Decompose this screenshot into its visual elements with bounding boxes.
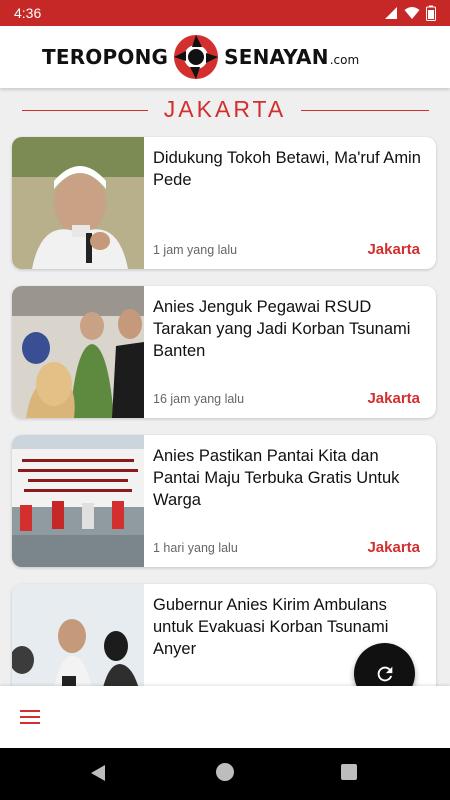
article-time: 1 jam yang lalu bbox=[153, 243, 238, 257]
app-logo[interactable]: TEROPONG SENAYAN .com bbox=[42, 34, 359, 80]
bottom-bar bbox=[0, 686, 450, 748]
system-nav-bar bbox=[0, 748, 450, 800]
logo-text-left: TEROPONG bbox=[42, 45, 169, 69]
back-icon[interactable] bbox=[90, 764, 106, 782]
article-title: Anies Jenguk Pegawai RSUD Tarakan yang J… bbox=[153, 298, 411, 360]
article-title: Didukung Tokoh Betawi, Ma'ruf Amin Pede bbox=[153, 149, 421, 189]
article-time: 16 jam yang lalu bbox=[153, 392, 245, 406]
section-divider-right bbox=[301, 110, 429, 111]
article-thumbnail bbox=[12, 286, 144, 418]
section-header: JAKARTA bbox=[0, 92, 450, 128]
home-icon[interactable] bbox=[216, 763, 234, 781]
recent-apps-icon[interactable] bbox=[341, 764, 357, 780]
status-icons bbox=[384, 5, 436, 21]
article-card[interactable]: Didukung Tokoh Betawi, Ma'ruf Amin Pede … bbox=[12, 137, 436, 269]
article-card[interactable]: Anies Jenguk Pegawai RSUD Tarakan yang J… bbox=[12, 286, 436, 418]
article-category[interactable]: Jakarta bbox=[367, 539, 420, 556]
section-title: JAKARTA bbox=[163, 96, 287, 122]
app-bar: TEROPONG SENAYAN .com bbox=[0, 26, 450, 88]
article-title: Anies Pastikan Pantai Kita dan Pantai Ma… bbox=[153, 447, 400, 509]
logo-suffix: .com bbox=[329, 52, 360, 67]
article-thumbnail bbox=[12, 137, 144, 269]
aperture-logo-icon bbox=[174, 35, 219, 79]
article-category[interactable]: Jakarta bbox=[367, 241, 420, 258]
menu-icon[interactable] bbox=[20, 710, 40, 724]
signal-icon bbox=[385, 7, 397, 19]
article-time: 1 hari yang lalu bbox=[153, 541, 238, 555]
article-thumbnail bbox=[12, 435, 144, 567]
status-time: 4:36 bbox=[14, 5, 42, 21]
section-divider-left bbox=[22, 110, 148, 111]
article-category[interactable]: Jakarta bbox=[367, 390, 420, 407]
status-bar: 4:36 bbox=[0, 0, 450, 26]
battery-icon bbox=[426, 5, 436, 21]
logo-text-right: SENAYAN bbox=[224, 45, 329, 69]
wifi-icon bbox=[404, 7, 420, 19]
refresh-icon bbox=[377, 666, 392, 681]
article-card[interactable]: Anies Pastikan Pantai Kita dan Pantai Ma… bbox=[12, 435, 436, 567]
